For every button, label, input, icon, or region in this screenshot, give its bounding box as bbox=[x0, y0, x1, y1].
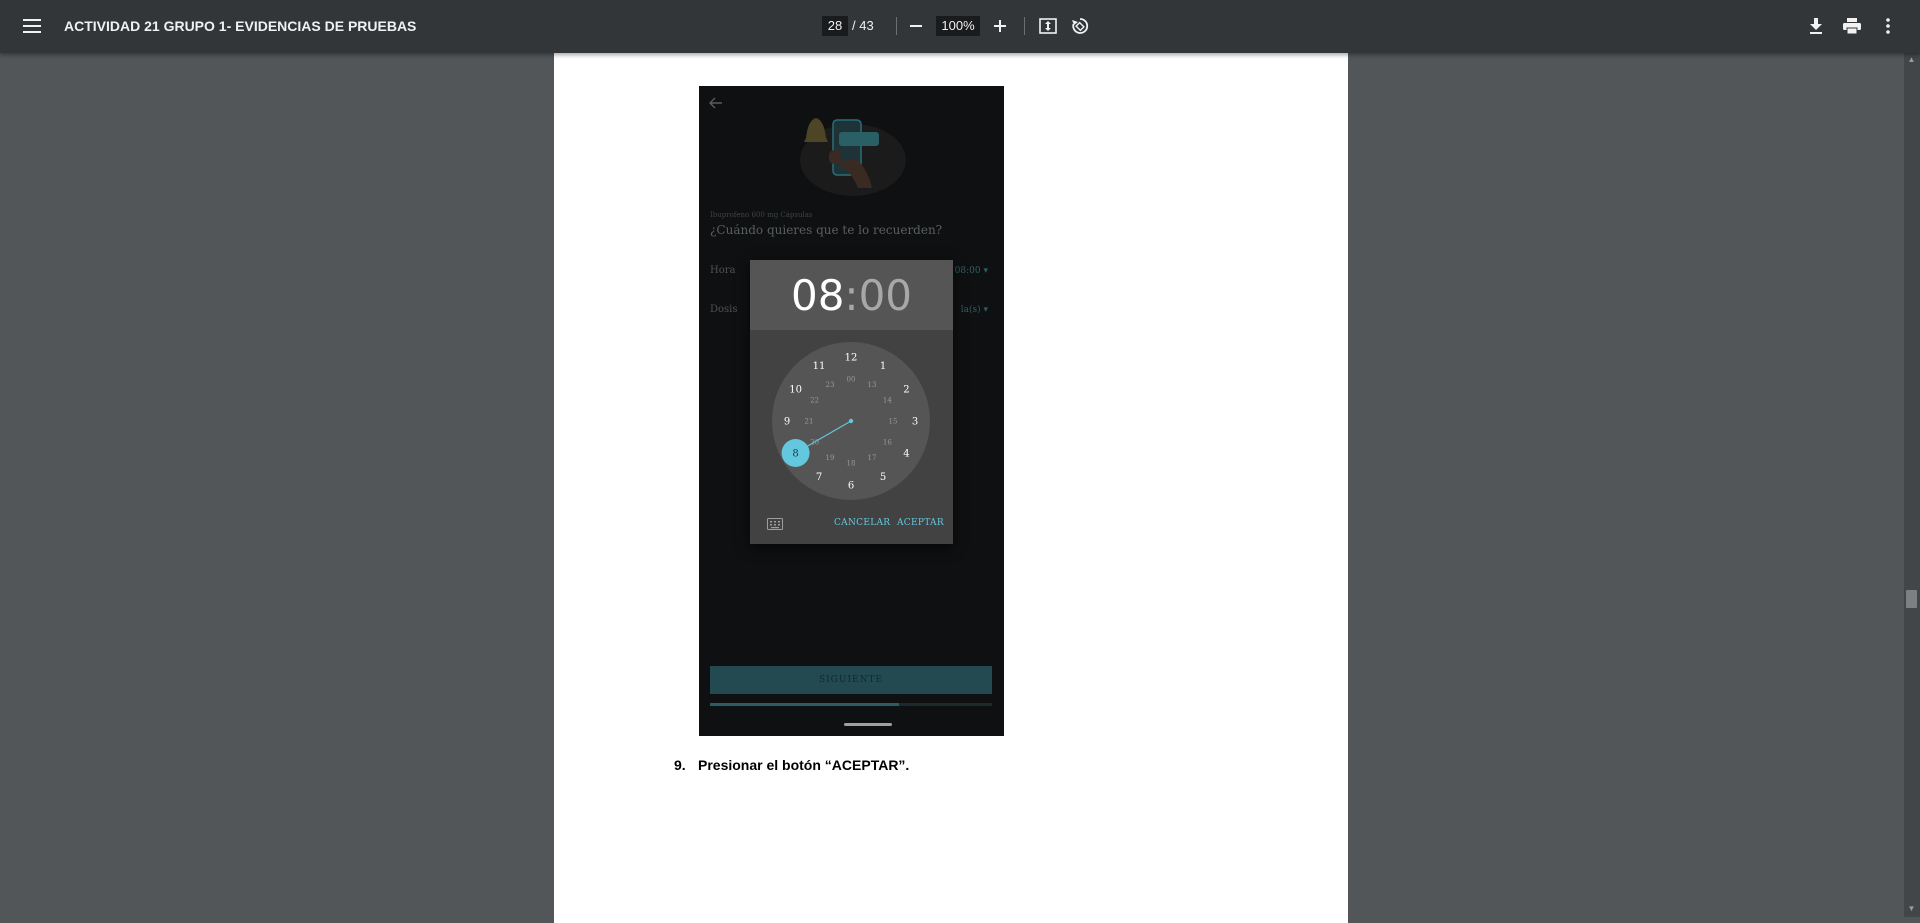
clock-inner-hour-number: 16 bbox=[883, 438, 892, 446]
zoom-out-button[interactable] bbox=[900, 10, 932, 42]
accept-button: ACEPTAR bbox=[897, 518, 944, 528]
clock-inner-hour-number: 23 bbox=[826, 381, 835, 389]
clock-hour-number: 2 bbox=[903, 385, 909, 396]
keyboard-icon bbox=[767, 518, 783, 530]
time-display: 08:00 bbox=[750, 271, 953, 320]
download-icon bbox=[1810, 18, 1822, 34]
more-vert-icon bbox=[1886, 18, 1890, 34]
dosis-label: Dosis bbox=[710, 304, 738, 315]
rotate-button[interactable] bbox=[1064, 10, 1096, 42]
print-icon bbox=[1843, 18, 1861, 34]
time-picker-dialog: 08:00 12 1 2 3 4 5 6 7 8 9 10 11 00 13 14 15 16 17 18 19 20 2… bbox=[750, 260, 953, 544]
progress-bar bbox=[710, 703, 992, 706]
time-picker-header: 08:00 bbox=[750, 260, 953, 330]
fit-to-page-button[interactable] bbox=[1032, 10, 1064, 42]
rotate-icon bbox=[1072, 18, 1089, 34]
app-screenshot: Ibuprofeno 600 mg Cápsulas ¿Cuándo quier… bbox=[699, 86, 1004, 736]
clock-hour-number: 4 bbox=[903, 449, 909, 460]
clock-inner-hour-number: 18 bbox=[847, 459, 856, 467]
clock-hour-number: 9 bbox=[784, 417, 790, 428]
dosis-value: la(s) ▾ bbox=[960, 305, 988, 315]
more-options-button[interactable] bbox=[1872, 10, 1904, 42]
minutes-display: 00 bbox=[858, 271, 913, 320]
hours-display: 08 bbox=[790, 271, 845, 320]
clock-inner-hour-number: 17 bbox=[868, 454, 877, 462]
clock-hour-number: 12 bbox=[845, 353, 858, 364]
clock-inner-hour-number: 00 bbox=[847, 375, 856, 383]
minus-icon bbox=[910, 25, 922, 27]
print-button[interactable] bbox=[1836, 10, 1868, 42]
back-arrow-icon bbox=[709, 96, 729, 116]
step-text: Presionar el botón “ACEPTAR”. bbox=[698, 757, 910, 773]
clock-hour-number: 7 bbox=[816, 472, 822, 483]
scrollbar-track[interactable] bbox=[1904, 53, 1920, 917]
siguiente-button: SIGUIENTE bbox=[710, 666, 992, 694]
document-title: ACTIVIDAD 21 GRUPO 1- EVIDENCIAS DE PRUE… bbox=[64, 18, 417, 34]
clock-face: 12 1 2 3 4 5 6 7 8 9 10 11 00 13 14 15 16 17 18 19 20 21 22 23 bbox=[772, 342, 930, 500]
download-button[interactable] bbox=[1800, 10, 1832, 42]
clock-hour-number: 3 bbox=[912, 417, 918, 428]
step-instruction: 9. Presionar el botón “ACEPTAR”. bbox=[674, 757, 909, 773]
clock-inner-hour-number: 13 bbox=[868, 381, 877, 389]
step-number: 9. bbox=[674, 757, 686, 773]
time-colon: : bbox=[844, 271, 859, 320]
clock-inner-hour-number: 14 bbox=[883, 396, 892, 404]
fit-to-page-icon bbox=[1039, 18, 1057, 34]
pdf-page: Ibuprofeno 600 mg Cápsulas ¿Cuándo quier… bbox=[554, 53, 1348, 923]
clock-inner-hour-number: 22 bbox=[810, 396, 819, 404]
medication-name: Ibuprofeno 600 mg Cápsulas bbox=[710, 211, 813, 219]
clock-inner-hour-number: 19 bbox=[826, 454, 835, 462]
hora-value: 08:00 ▾ bbox=[954, 266, 988, 276]
zoom-in-button[interactable] bbox=[984, 10, 1016, 42]
reminder-illustration bbox=[800, 118, 906, 196]
clock-inner-hour-number: 20 bbox=[810, 438, 819, 446]
toolbar-divider bbox=[1024, 17, 1025, 35]
pdf-toolbar: ACTIVIDAD 21 GRUPO 1- EVIDENCIAS DE PRUE… bbox=[0, 0, 1920, 53]
toolbar-divider bbox=[896, 17, 897, 35]
cancel-button: CANCELAR bbox=[834, 518, 891, 528]
clock-hour-number: 1 bbox=[880, 361, 886, 372]
home-indicator bbox=[844, 723, 892, 726]
page-total: / 43 bbox=[852, 18, 874, 33]
page-number-input[interactable]: 28 bbox=[822, 16, 848, 36]
hora-label: Hora bbox=[710, 265, 736, 276]
progress-fill bbox=[710, 703, 899, 706]
scroll-up-icon[interactable]: ▲ bbox=[1906, 55, 1917, 65]
reminder-question: ¿Cuándo quieres que te lo recuerden? bbox=[710, 223, 943, 237]
zoom-input[interactable]: 100% bbox=[936, 16, 980, 36]
plus-icon bbox=[994, 20, 1006, 32]
clock-hour-number: 10 bbox=[789, 385, 802, 396]
clock-hour-number: 11 bbox=[813, 361, 826, 372]
clock-inner-hour-number: 15 bbox=[889, 417, 898, 425]
clock-inner-hour-number: 21 bbox=[805, 417, 814, 425]
clock-hour-number: 8 bbox=[792, 449, 798, 460]
scrollbar-thumb[interactable] bbox=[1906, 590, 1917, 608]
clock-center bbox=[848, 418, 854, 424]
hamburger-menu-icon[interactable] bbox=[16, 10, 48, 42]
clock-hour-number: 5 bbox=[880, 472, 886, 483]
clock-hour-number: 6 bbox=[848, 481, 854, 492]
scroll-down-icon[interactable]: ▼ bbox=[1906, 904, 1917, 914]
